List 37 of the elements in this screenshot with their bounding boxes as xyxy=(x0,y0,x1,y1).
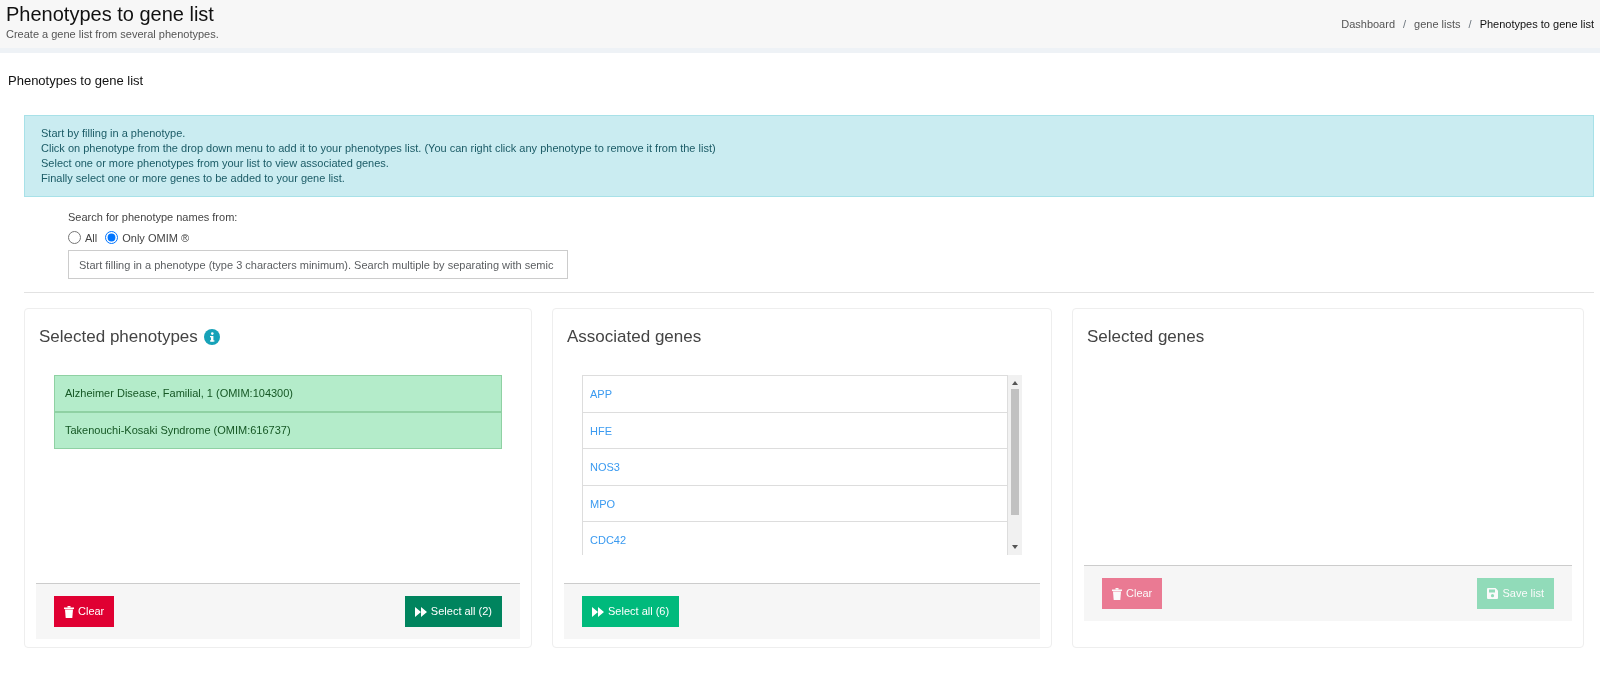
instruction-text: Click on phenotype from the drop down menu to add it to your phenotypes list. (You can right click any phenotype to remove it from the list) xyxy=(41,141,717,156)
gene-item[interactable]: HFE xyxy=(583,412,1007,449)
phenotype-item[interactable]: Alzheimer Disease, Familial, 1 (OMIM:104300) xyxy=(54,375,502,412)
breadcrumb-separator: / xyxy=(1403,17,1407,32)
panel-title: Selected genes xyxy=(1087,326,1205,348)
trash-icon xyxy=(64,605,74,618)
page-subtitle: Create a gene list from several phenotypes. xyxy=(6,27,219,42)
gene-item[interactable]: APP xyxy=(583,376,1007,413)
fast-forward-icon xyxy=(592,606,604,617)
radio-button[interactable] xyxy=(68,231,81,245)
instruction-text: Start by filling in a phenotype. xyxy=(41,126,187,141)
search-field[interactable]: Start filling in a phenotype (type 3 characters minimum). Search multiple by separating with semic xyxy=(68,250,568,279)
section-title: Phenotypes to gene list xyxy=(7,72,145,90)
instruction-text: Finally select one or more genes to be added to your gene list. xyxy=(41,171,346,186)
select-all-button[interactable]: Select all (6) xyxy=(582,596,680,627)
trash-icon xyxy=(1112,587,1122,600)
gene-item[interactable]: MPO xyxy=(583,485,1007,522)
phenotype-item[interactable]: Takenouchi-Kosaki Syndrome (OMIM:616737) xyxy=(54,412,502,449)
fast-forward-icon xyxy=(414,606,427,617)
instruction-text: Select one or more phenotypes from your list to view associated genes. xyxy=(41,156,390,171)
clear-button[interactable]: Clear xyxy=(54,596,115,627)
radio-label: All xyxy=(85,230,98,246)
search-label: Search for phenotype names from: xyxy=(68,210,239,225)
breadcrumb-separator: / xyxy=(1468,17,1472,32)
panel-title: Associated genes xyxy=(567,326,702,348)
breadcrumb-link[interactable]: Dashboard xyxy=(1341,16,1396,48)
gene-item[interactable]: CDC42 xyxy=(583,522,1007,555)
page-title: Phenotypes to gene list xyxy=(6,2,215,26)
radio-label: Only OMIM ® xyxy=(122,230,189,246)
breadcrumb-link[interactable]: gene lists xyxy=(1414,16,1461,48)
info-icon[interactable] xyxy=(203,329,220,345)
radio-button[interactable] xyxy=(105,231,119,245)
panel-title: Selected phenotypes xyxy=(39,326,198,348)
breadcrumb-current: Phenotypes to gene list xyxy=(1479,17,1594,32)
select-all-button[interactable]: Select all (2) xyxy=(404,596,502,627)
gene-item[interactable]: NOS3 xyxy=(583,449,1007,486)
scrollbar[interactable] xyxy=(1008,375,1022,555)
